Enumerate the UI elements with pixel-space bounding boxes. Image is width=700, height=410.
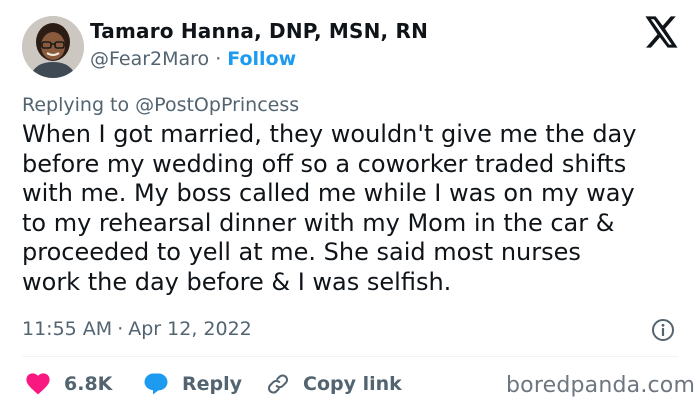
replying-to-label: Replying to — [22, 94, 130, 116]
avatar-photo — [22, 16, 84, 78]
tweet-text-line: proceeded to yell at me. She said most n… — [22, 238, 581, 267]
tweet-date: Apr 12, 2022 — [128, 318, 252, 340]
info-icon[interactable] — [651, 318, 675, 342]
copy-link-label: Copy link — [303, 373, 402, 395]
tweet-text-line: to my rehearsal dinner with my Mom in th… — [22, 208, 615, 237]
x-logo-icon[interactable] — [645, 16, 679, 48]
author-handle[interactable]: @Fear2Maro — [90, 48, 209, 70]
reply-label: Reply — [182, 373, 243, 395]
replying-to-mention[interactable]: @PostOpPrincess — [135, 94, 299, 116]
tweet-timestamp[interactable]: 11:55 AM · Apr 12, 2022 — [22, 318, 252, 340]
tweet-text-line: with me. My boss called me while I was o… — [22, 179, 635, 208]
tweet-text-line: When I got married, they wouldn't give m… — [22, 120, 637, 148]
handle-separator: · — [215, 48, 222, 70]
tweet-time: 11:55 AM — [22, 318, 113, 340]
copy-link-button[interactable]: Copy link — [267, 370, 402, 398]
link-icon — [267, 374, 289, 394]
watermark: boredpanda.com — [506, 373, 696, 398]
divider — [22, 356, 678, 357]
tweet-text: When I got married, they wouldn't give m… — [22, 120, 694, 298]
replying-to: Replying to @PostOpPrincess — [22, 94, 299, 116]
timestamp-separator: · — [117, 318, 124, 340]
author-handle-row: @Fear2Maro · Follow — [90, 48, 296, 70]
follow-button[interactable]: Follow — [227, 48, 296, 70]
like-button[interactable]: 6.8K — [26, 370, 112, 398]
reply-button[interactable]: Reply — [144, 370, 242, 398]
tweet-text-line: before my wedding off so a coworker trad… — [22, 149, 627, 178]
like-count: 6.8K — [64, 373, 113, 395]
tweet-text-line: work the day before & I was selfish. — [22, 267, 452, 296]
author-avatar[interactable] — [22, 16, 84, 78]
speech-bubble-icon — [144, 373, 168, 395]
heart-icon — [26, 373, 50, 395]
author-name[interactable]: Tamaro Hanna, DNP, MSN, RN — [90, 19, 428, 43]
